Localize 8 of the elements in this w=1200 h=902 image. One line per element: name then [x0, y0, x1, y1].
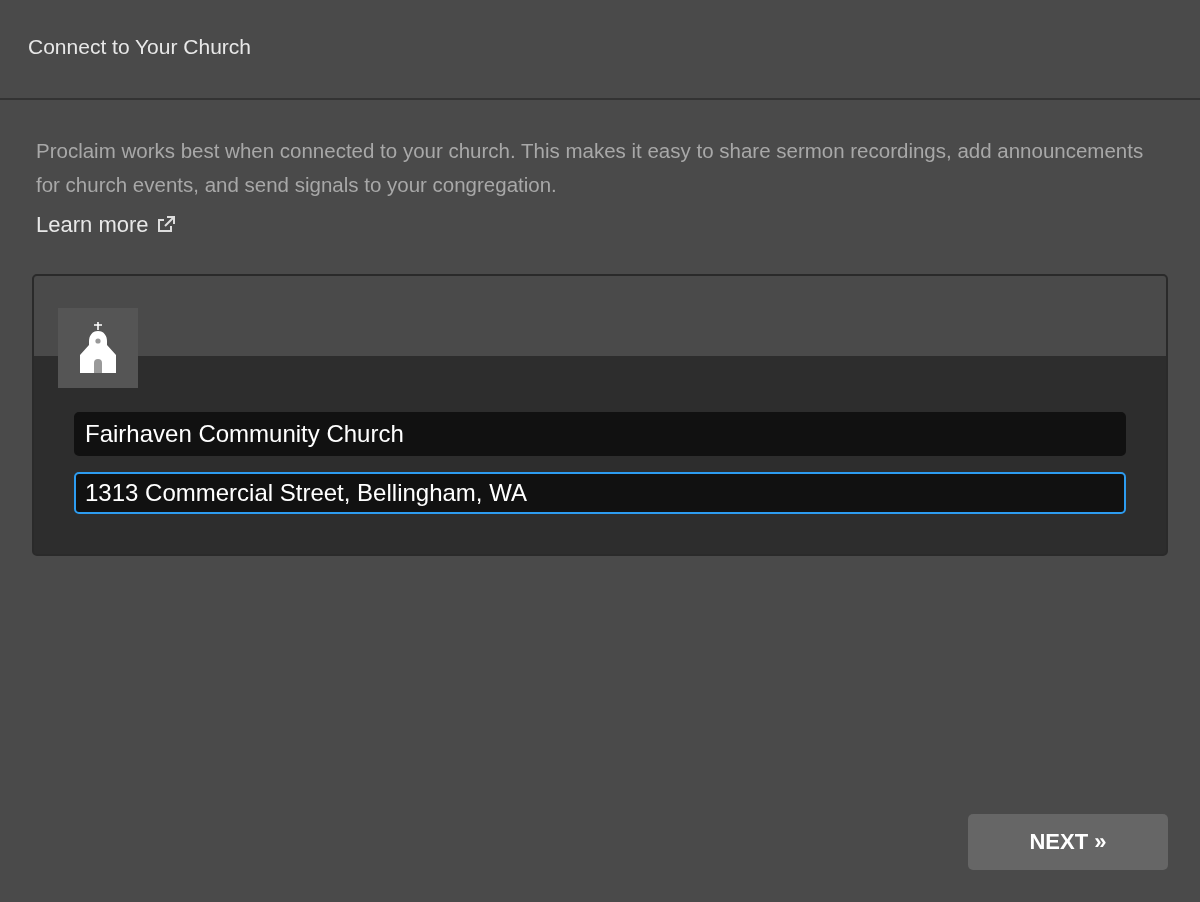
church-address-field[interactable]: 1313 Commercial Street, Bellingham, WA	[74, 472, 1126, 514]
next-button[interactable]: NEXT »	[968, 814, 1168, 870]
external-link-icon	[156, 216, 175, 234]
description-text: Proclaim works best when connected to your church. This makes it easy to share sermon recordings, add announcements for church events, and send signals to your congregation.	[36, 138, 1145, 198]
church-icon	[79, 322, 117, 374]
learn-more-link[interactable]: Learn more	[36, 212, 175, 238]
dialog-title: Connect to Your Church	[28, 35, 251, 59]
church-name-field[interactable]: Fairhaven Community Church	[74, 412, 1126, 456]
